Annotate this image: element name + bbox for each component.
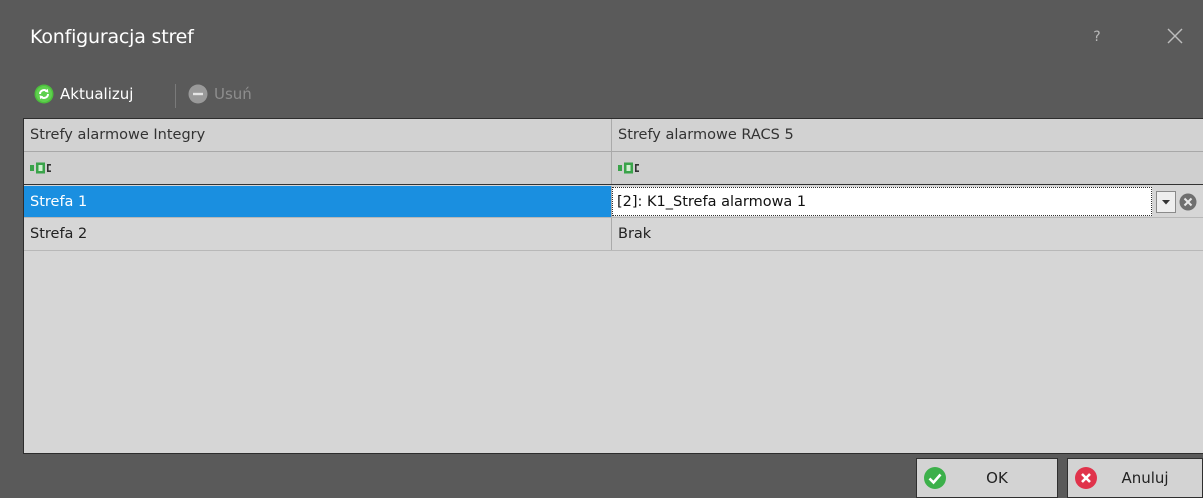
ok-button[interactable]: OK [916,458,1058,498]
column-header-integra[interactable]: Strefy alarmowe Integry [24,119,612,151]
filter-row [24,152,1203,185]
table-row[interactable]: Strefa 2 Brak [24,218,1203,251]
cancel-button[interactable]: Anuluj [1067,458,1203,498]
racs-zone-select[interactable]: [2]: K1_Strefa alarmowa 1 [612,187,1152,216]
cancel-icon [1075,467,1097,489]
ok-label: OK [986,469,1008,487]
text-filter-icon [30,162,51,174]
cancel-label: Anuluj [1121,469,1169,487]
update-label: Aktualizuj [60,85,134,103]
toolbar: Aktualizuj Usuń [10,76,1203,112]
racs-zone-editor-cell[interactable]: [2]: K1_Strefa alarmowa 1 [612,186,1203,217]
minus-circle-icon [188,84,208,104]
zone-config-dialog: Konfiguracja stref ? Aktualizuj Usuń Str… [10,10,1203,498]
integra-zone-cell[interactable]: Strefa 2 [24,218,612,250]
column-header-racs[interactable]: Strefy alarmowe RACS 5 [612,119,1203,151]
checkmark-icon [924,467,946,489]
close-button[interactable] [1163,24,1187,48]
remove-button[interactable]: Usuń [188,81,252,107]
refresh-icon [34,84,54,104]
toolbar-separator [175,84,176,108]
filter-cell-integra[interactable] [24,152,612,184]
close-icon [1167,28,1183,44]
table-row[interactable]: Strefa 1 [2]: K1_Strefa alarmowa 1 [24,186,1203,218]
dialog-title: Konfiguracja stref [30,26,194,48]
remove-label: Usuń [214,85,252,103]
update-button[interactable]: Aktualizuj [34,81,133,107]
title-bar: Konfiguracja stref ? [10,10,1203,70]
grid-header-row: Strefy alarmowe Integry Strefy alarmowe … [24,119,1203,152]
chevron-down-icon [1162,199,1170,204]
racs-zone-cell[interactable]: Brak [612,218,1203,250]
zone-mapping-grid: Strefy alarmowe Integry Strefy alarmowe … [23,118,1203,454]
filter-cell-racs[interactable] [612,152,1203,184]
text-filter-icon [618,162,639,174]
help-button[interactable]: ? [1088,28,1106,46]
clear-icon[interactable] [1179,193,1197,211]
dropdown-button[interactable] [1156,190,1176,213]
integra-zone-cell[interactable]: Strefa 1 [24,186,612,217]
